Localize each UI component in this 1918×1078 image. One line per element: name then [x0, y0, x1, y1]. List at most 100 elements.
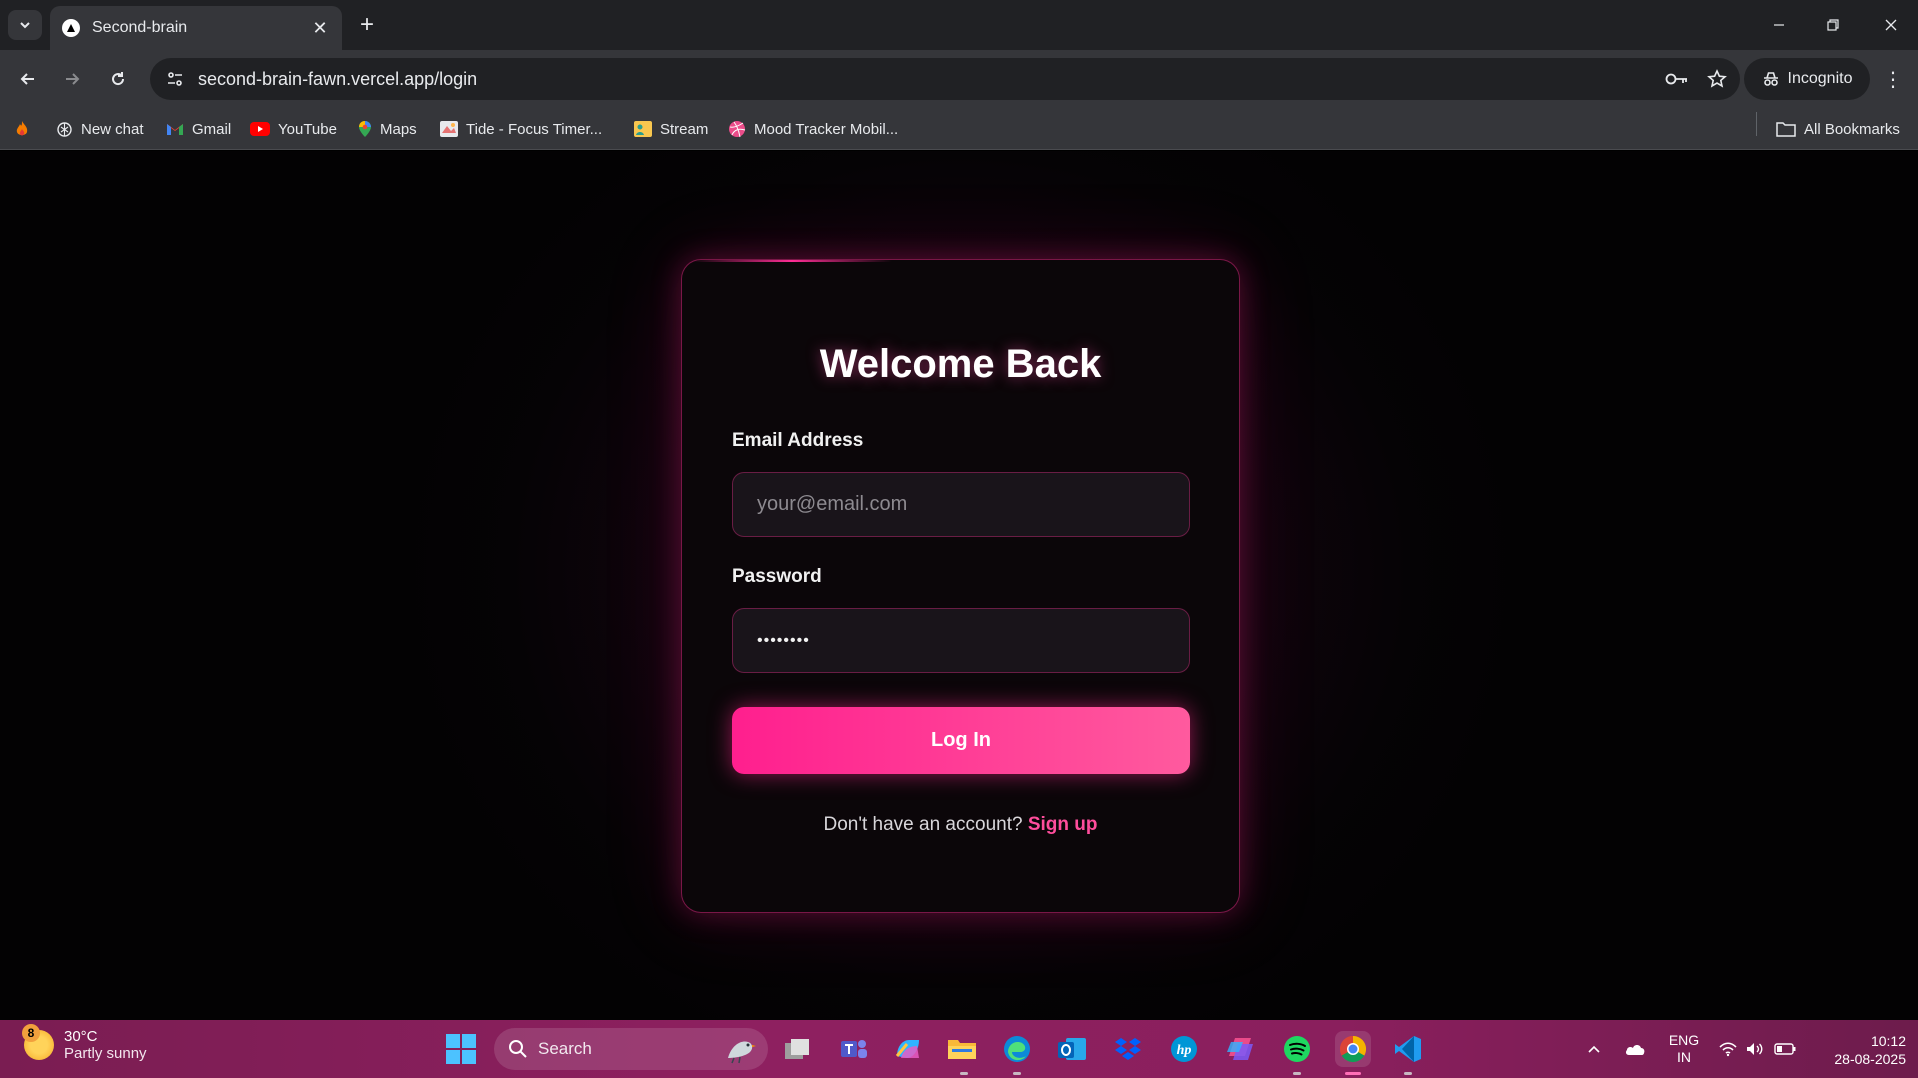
password-label: Password: [732, 566, 822, 587]
login-card: Welcome Back Email Address Password Log …: [681, 259, 1240, 913]
bookmark-star-icon[interactable]: [1700, 62, 1734, 96]
system-clock[interactable]: 10:12 28-08-2025: [1810, 1032, 1906, 1068]
reload-icon[interactable]: [100, 62, 136, 96]
weather-desc: Partly sunny: [64, 1045, 147, 1062]
weather-widget[interactable]: 8 30°C Partly sunny: [22, 1024, 147, 1062]
stream-icon: [634, 121, 652, 137]
chevron-down-icon: [20, 22, 30, 29]
email-field[interactable]: [732, 472, 1190, 537]
spotify-icon[interactable]: [1279, 1031, 1315, 1067]
bookmark-gmail[interactable]: Gmail: [166, 118, 231, 140]
vscode-icon[interactable]: [1390, 1031, 1426, 1067]
clock-date: 28-08-2025: [1834, 1051, 1906, 1067]
all-bookmarks-button[interactable]: All Bookmarks: [1776, 118, 1900, 140]
bookmark-youtube[interactable]: YouTube: [250, 118, 337, 140]
chevron-up-icon[interactable]: [1582, 1020, 1606, 1078]
page-title: Welcome Back: [819, 342, 1102, 386]
bookmark-mood-tracker[interactable]: Mood Tracker Mobil...: [728, 118, 898, 140]
bookmark-label: New chat: [81, 120, 144, 138]
running-indicator: [1404, 1072, 1412, 1075]
password-field[interactable]: [732, 608, 1190, 673]
openai-icon: [57, 121, 72, 137]
card-top-glow: [692, 260, 892, 262]
bookmark-label: Gmail: [192, 120, 232, 138]
partly-sunny-icon: 8: [22, 1024, 54, 1060]
restore-icon[interactable]: [1810, 8, 1856, 42]
tide-icon: [440, 121, 458, 137]
wifi-icon[interactable]: [1714, 1020, 1742, 1078]
signup-link[interactable]: Sign up: [1028, 814, 1098, 835]
youtube-icon: [250, 122, 270, 136]
signup-prompt: Don't have an account?: [823, 814, 1023, 835]
bookmark-label: Stream: [660, 120, 709, 138]
folder-icon: [1776, 122, 1796, 137]
back-arrow-icon[interactable]: [10, 62, 46, 96]
clock-time: 10:12: [1870, 1033, 1906, 1049]
outlook-icon[interactable]: [1054, 1031, 1090, 1067]
running-indicator: [1293, 1072, 1301, 1075]
tab-search-button[interactable]: [8, 10, 42, 40]
close-tab-icon[interactable]: ✕: [310, 18, 330, 39]
bookmark-tide[interactable]: Tide - Focus Timer...: [440, 118, 602, 140]
bookmark-label: Maps: [380, 120, 417, 138]
weather-badge: 8: [22, 1024, 40, 1042]
bookmark-label: YouTube: [278, 120, 337, 138]
chrome-icon[interactable]: [1335, 1031, 1371, 1067]
browser-toolbar: second-brain-fawn.vercel.app/login Incog…: [0, 50, 1918, 108]
browser-tab-active[interactable]: Second-brain ✕: [50, 6, 342, 50]
lang-line1: ENG: [1668, 1032, 1700, 1048]
browser-titlebar: Second-brain ✕ +: [0, 0, 1918, 50]
windows-taskbar: 8 30°C Partly sunny Search hp ENG IN 10:…: [0, 1020, 1918, 1078]
teams-icon[interactable]: [836, 1031, 872, 1067]
gmail-icon: [167, 124, 183, 135]
language-indicator[interactable]: ENG IN: [1664, 1032, 1704, 1066]
bookmarks-bar: New chat Gmail YouTube Maps Tide - Focus…: [0, 108, 1918, 150]
weather-temp: 30°C: [64, 1028, 98, 1045]
file-explorer-icon[interactable]: [944, 1031, 980, 1067]
email-label: Email Address: [732, 430, 864, 451]
site-settings-icon[interactable]: [164, 68, 186, 90]
hp-icon[interactable]: hp: [1166, 1031, 1202, 1067]
login-button[interactable]: Log In: [732, 707, 1190, 774]
windows-start-icon[interactable]: [446, 1034, 476, 1064]
dropbox-icon[interactable]: [1110, 1031, 1146, 1067]
svg-text:hp: hp: [1177, 1043, 1192, 1058]
volume-icon[interactable]: [1742, 1020, 1768, 1078]
onedrive-cloud-icon[interactable]: [1620, 1020, 1650, 1078]
battery-icon[interactable]: [1770, 1020, 1800, 1078]
bookmark-stream[interactable]: Stream: [634, 118, 708, 140]
search-icon: [509, 1040, 527, 1058]
lang-line2: IN: [1677, 1049, 1691, 1065]
forward-arrow-icon[interactable]: [54, 62, 90, 96]
minimize-icon[interactable]: [1756, 8, 1802, 42]
all-bookmarks-label: All Bookmarks: [1804, 120, 1900, 138]
bookmark-new-chat[interactable]: New chat: [56, 118, 144, 140]
m365-icon[interactable]: [1222, 1031, 1258, 1067]
bookmark-label: Mood Tracker Mobil...: [754, 120, 899, 138]
edge-icon[interactable]: [999, 1031, 1035, 1067]
running-indicator: [1013, 1072, 1021, 1075]
tab-title: Second-brain: [92, 19, 188, 36]
flame-icon: [16, 121, 28, 136]
address-bar[interactable]: second-brain-fawn.vercel.app/login: [150, 58, 1740, 100]
incognito-icon: [1763, 72, 1778, 86]
copilot-icon[interactable]: [890, 1031, 926, 1067]
bookmark-label: Tide - Focus Timer...: [466, 120, 603, 138]
signup-prompt-line: Don't have an account? Sign up: [682, 814, 1239, 836]
vercel-triangle-icon: [62, 19, 80, 37]
more-menu-icon[interactable]: ⋮: [1876, 62, 1910, 96]
taskbar-search[interactable]: Search: [494, 1028, 768, 1070]
task-view-icon[interactable]: [780, 1031, 816, 1067]
incognito-label: Incognito: [1787, 70, 1853, 87]
close-window-icon[interactable]: [1868, 8, 1914, 42]
bookmarks-divider: [1756, 112, 1757, 136]
bookmark-maps[interactable]: Maps: [358, 118, 417, 140]
password-key-icon[interactable]: [1660, 62, 1694, 96]
login-page: Welcome Back Email Address Password Log …: [0, 151, 1918, 1020]
new-tab-button[interactable]: +: [352, 10, 382, 40]
url-text: second-brain-fawn.vercel.app/login: [198, 68, 478, 89]
maps-icon: [359, 121, 371, 137]
incognito-badge[interactable]: Incognito: [1744, 58, 1870, 100]
bookmark-flame[interactable]: [14, 118, 30, 140]
active-indicator: [1345, 1072, 1361, 1075]
